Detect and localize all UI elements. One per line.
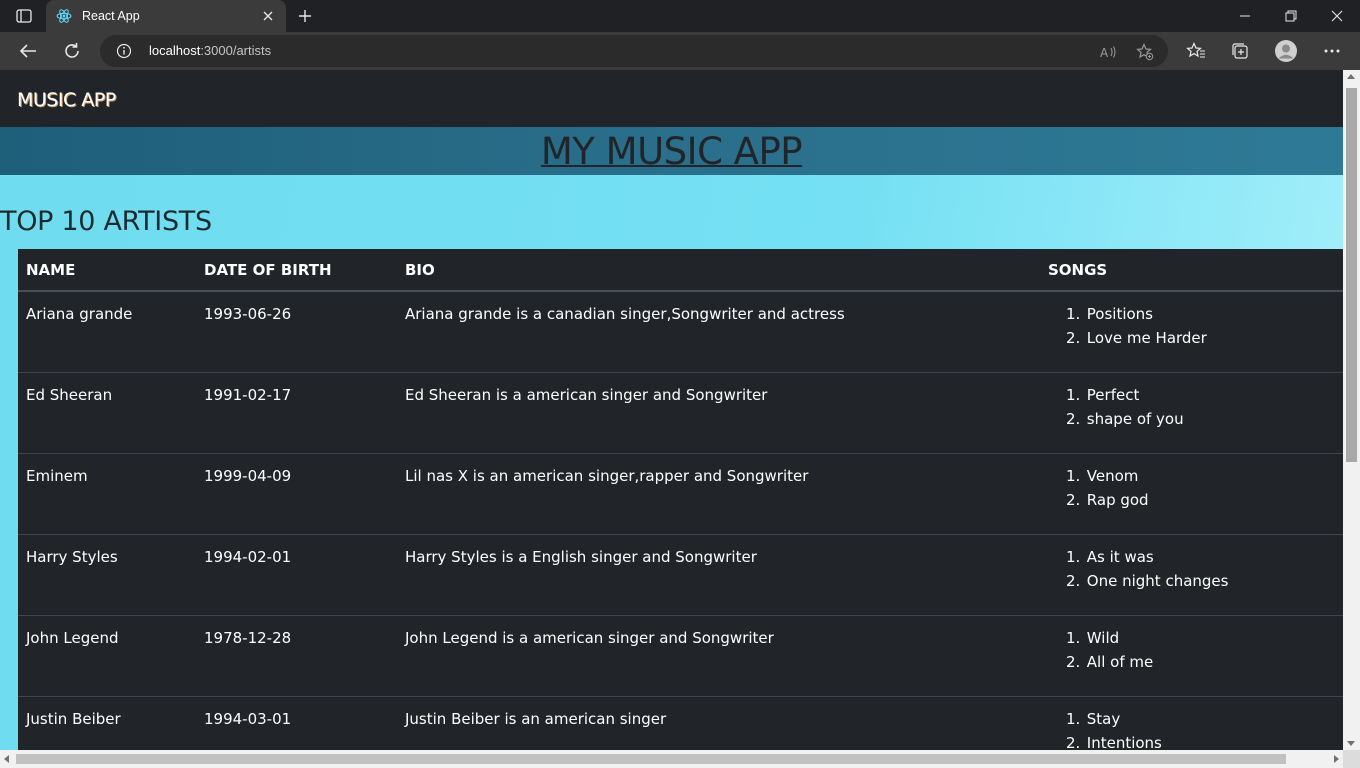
close-tab-icon[interactable] (260, 8, 276, 24)
react-logo-icon (56, 8, 72, 24)
minimize-icon[interactable] (1222, 0, 1268, 32)
artist-dob: 1978-12-28 (196, 615, 397, 697)
more-options-icon[interactable] (1318, 37, 1346, 65)
new-tab-icon[interactable] (292, 4, 318, 28)
artist-songs: 1. Stay 2. Intentions (1040, 696, 1343, 750)
table-row: Ariana grande 1993-06-26 Ariana grande i… (18, 291, 1343, 373)
close-window-icon[interactable] (1314, 0, 1360, 32)
vertical-scroll-thumb[interactable] (1346, 88, 1357, 462)
profile-avatar-icon[interactable] (1272, 37, 1300, 65)
song-item: 2. shape of you (1066, 409, 1184, 428)
artist-bio: Ed Sheeran is a american singer and Song… (397, 372, 1040, 454)
browser-tab[interactable]: React App (46, 0, 286, 32)
scroll-up-arrow-icon[interactable] (1347, 74, 1355, 79)
horizontal-scrollbar[interactable] (0, 750, 1343, 768)
artist-dob: 1999-04-09 (196, 453, 397, 535)
site-info-icon[interactable] (116, 43, 132, 59)
refresh-icon[interactable] (57, 36, 87, 66)
artist-bio: John Legend is a american singer and Son… (397, 615, 1040, 697)
artist-songs: 1. Wild 2. All of me (1040, 615, 1343, 697)
app-navbar: MUSIC APP (0, 70, 1343, 127)
song-item: 2. Love me Harder (1066, 329, 1207, 347)
tab-title: React App (82, 9, 140, 23)
artist-name: John Legend (18, 615, 196, 697)
artist-bio: Harry Styles is a English singer and Son… (397, 534, 1040, 616)
artist-dob: 1994-03-01 (196, 696, 397, 750)
artist-songs: 1. As it was 2. One night changes (1040, 534, 1343, 616)
vertical-scrollbar[interactable] (1343, 70, 1360, 750)
artists-section: TOP 10 ARTISTS NAME DATE OF BIRTH BIO SO… (0, 175, 1343, 750)
collections-icon[interactable] (1226, 37, 1254, 65)
song-item: 1. Venom (1066, 466, 1139, 485)
banner-title[interactable]: MY MUSIC APP (541, 130, 803, 173)
favorites-icon[interactable] (1182, 37, 1210, 65)
artist-songs: 1. Perfect 2. shape of you (1040, 372, 1343, 454)
address-bar[interactable]: localhost:3000/artists A (100, 35, 1168, 67)
browser-tab-bar: React App (0, 0, 1360, 32)
song-item: 2. Intentions (1066, 733, 1162, 751)
table-row: Harry Styles 1994-02-01 Harry Styles is … (18, 534, 1343, 616)
song-item: 1. Positions (1066, 305, 1153, 323)
artist-name: Ariana grande (18, 291, 196, 373)
artist-dob: 1993-06-26 (196, 291, 397, 373)
url-text: localhost:3000/artists (149, 43, 272, 58)
header-date-of-birth: DATE OF BIRTH (196, 249, 397, 292)
artist-name: Justin Beiber (18, 696, 196, 750)
brand-logo[interactable]: MUSIC APP (17, 89, 116, 111)
artist-dob: 1994-02-01 (196, 534, 397, 616)
scroll-down-arrow-icon[interactable] (1347, 741, 1355, 746)
artist-bio: Justin Beiber is an american singer (397, 696, 1040, 750)
scroll-right-arrow-icon[interactable] (1334, 755, 1339, 763)
restore-icon[interactable] (1268, 0, 1314, 32)
song-item: 2. All of me (1066, 652, 1154, 671)
header-songs: SONGS (1040, 249, 1343, 292)
song-item: 1. Stay (1066, 709, 1121, 728)
artist-bio: Ariana grande is a canadian singer,Songw… (397, 291, 1040, 373)
tab-actions-icon[interactable] (10, 6, 38, 26)
table-row: Eminem 1999-04-09 Lil nas X is an americ… (18, 453, 1343, 535)
song-item: 2. One night changes (1066, 571, 1229, 590)
artists-table-container: NAME DATE OF BIRTH BIO SONGS Ariana gran… (18, 249, 1343, 750)
horizontal-scroll-thumb[interactable] (16, 754, 1286, 764)
table-header-row: NAME DATE OF BIRTH BIO SONGS (18, 249, 1343, 292)
artist-dob: 1991-02-17 (196, 372, 397, 454)
table-row: Justin Beiber 1994-03-01 Justin Beiber i… (18, 696, 1343, 750)
read-aloud-icon[interactable]: A (1100, 43, 1118, 61)
artist-songs: 1. Venom 2. Rap god (1040, 453, 1343, 535)
artists-table: NAME DATE OF BIRTH BIO SONGS Ariana gran… (18, 249, 1343, 750)
artist-songs: 1. Positions 2. Love me Harder (1040, 291, 1343, 373)
artist-name: Eminem (18, 453, 196, 535)
page-viewport: MUSIC APP MY MUSIC APP TOP 10 ARTISTS NA… (0, 70, 1343, 750)
song-item: 1. Perfect (1066, 385, 1140, 404)
artist-name: Harry Styles (18, 534, 196, 616)
banner: MY MUSIC APP (0, 127, 1343, 175)
song-item: 1. As it was (1066, 547, 1154, 566)
browser-toolbar: localhost:3000/artists A (0, 32, 1360, 70)
song-item: 2. Rap god (1066, 490, 1149, 509)
scroll-left-arrow-icon[interactable] (4, 755, 9, 763)
artist-name: Ed Sheeran (18, 372, 196, 454)
artist-bio: Lil nas X is an american singer,rapper a… (397, 453, 1040, 535)
song-item: 1. Wild (1066, 628, 1120, 647)
table-row: John Legend 1978-12-28 John Legend is a … (18, 615, 1343, 697)
add-favorite-icon[interactable] (1136, 43, 1154, 61)
table-row: Ed Sheeran 1991-02-17 Ed Sheeran is a am… (18, 372, 1343, 454)
header-name: NAME (18, 249, 196, 292)
svg-text:A: A (1100, 46, 1109, 60)
scrollbar-corner (1343, 750, 1360, 768)
back-arrow-icon[interactable] (13, 36, 43, 66)
section-title: TOP 10 ARTISTS (0, 206, 212, 237)
header-bio: BIO (397, 249, 1040, 292)
